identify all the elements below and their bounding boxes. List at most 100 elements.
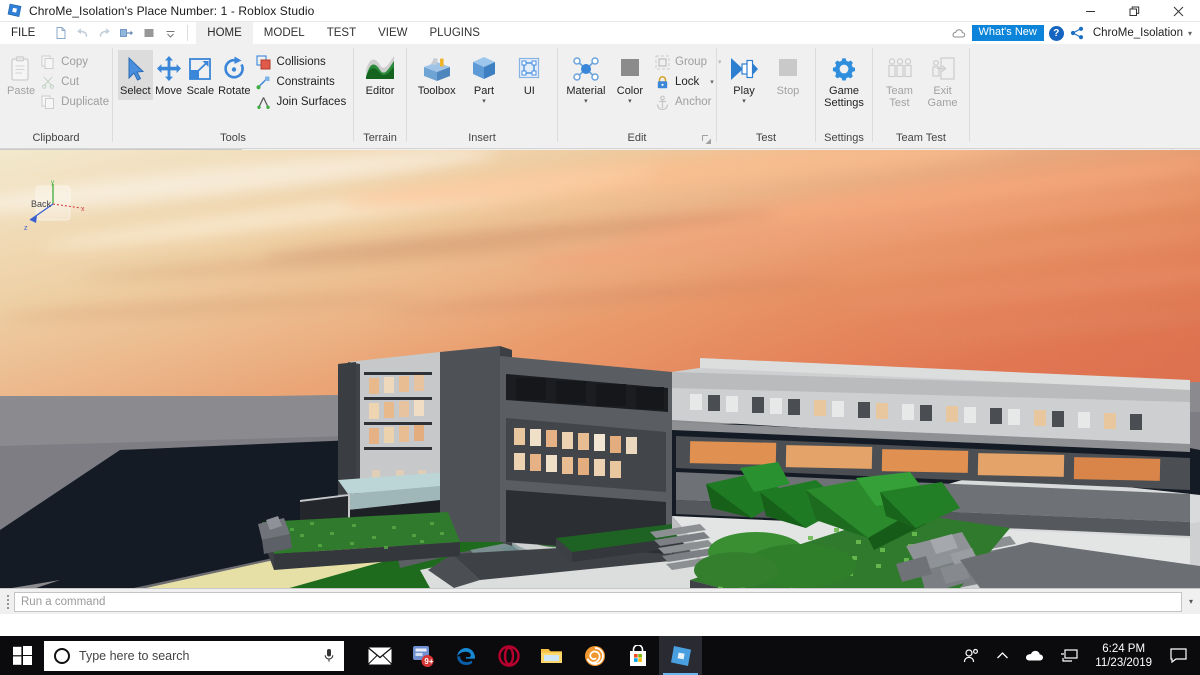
minimize-button[interactable] (1068, 0, 1112, 22)
whats-new-badge[interactable]: What's New (971, 25, 1044, 41)
taskbar-search-box[interactable]: Type here to search (44, 640, 344, 671)
microsoft-store-icon[interactable] (616, 636, 659, 675)
toolbox-button[interactable]: Toolbox (412, 50, 461, 100)
game-settings-label2: Settings (824, 96, 864, 109)
edge-icon[interactable] (444, 636, 487, 675)
select-tool-button[interactable]: Select (118, 50, 153, 100)
group-button[interactable]: Group ▾ (651, 52, 721, 72)
part-icon (471, 54, 497, 84)
tab-plugins[interactable]: PLUGINS (418, 22, 491, 44)
ui-button[interactable]: UI (507, 50, 552, 100)
roblox-studio-icon[interactable] (659, 636, 702, 675)
onedrive-cloud-icon[interactable] (1017, 636, 1052, 675)
cut-button[interactable]: Cut (37, 72, 115, 92)
team-test-icon (885, 54, 915, 84)
tab-model[interactable]: MODEL (253, 22, 316, 44)
ribbon-group-clipboard: Paste Copy Cut Duplicate Clipboard (0, 44, 112, 148)
play-dropdown-caret[interactable]: ▾ (742, 98, 746, 105)
team-test-button[interactable]: Team Test (878, 50, 921, 111)
username-label[interactable]: ChroMe_Isolation (1090, 27, 1183, 39)
stop-button[interactable]: Stop (766, 50, 810, 100)
part-dropdown-caret[interactable]: ▾ (482, 98, 486, 105)
paste-icon (8, 54, 34, 84)
tab-home[interactable]: HOME (196, 22, 253, 44)
paste-button[interactable]: Paste (5, 50, 37, 100)
action-center-icon[interactable] (1161, 636, 1196, 675)
close-button[interactable] (1156, 0, 1200, 22)
color-button[interactable]: Color ▾ (609, 50, 651, 107)
exit-game-button[interactable]: Exit Game (921, 50, 964, 111)
exit-game-icon (929, 54, 957, 84)
ui-icon (516, 54, 542, 84)
spiral-app-icon[interactable] (573, 636, 616, 675)
tab-test[interactable]: TEST (316, 22, 367, 44)
lock-caret[interactable]: ▾ (704, 78, 714, 86)
drag-handle-icon[interactable] (0, 594, 12, 609)
user-menu-caret[interactable]: ▾ (1188, 29, 1196, 38)
quick-access-toolbar (46, 23, 185, 43)
move-label: Move (155, 85, 183, 97)
terrain-editor-icon (365, 54, 395, 84)
move-tool-button[interactable]: Move (153, 50, 185, 100)
game-settings-label: Game (829, 85, 859, 97)
view-cube-gizmo[interactable]: y x z Back (18, 178, 98, 248)
ribbon-tabs: HOME MODEL TEST VIEW PLUGINS (196, 22, 491, 44)
material-button[interactable]: Material ▾ (563, 50, 609, 107)
ribbon-group-insert: Toolbox Part ▾ UI Insert (407, 44, 557, 148)
new-file-icon[interactable] (50, 23, 71, 43)
play-button[interactable]: Play ▾ (722, 50, 766, 107)
ribbon-group-settings: Game Settings Settings (816, 44, 872, 148)
anchor-button[interactable]: Anchor (651, 92, 711, 112)
people-icon[interactable] (955, 636, 988, 675)
insert-group-label: Insert (468, 132, 496, 144)
help-icon[interactable]: ? (1048, 25, 1064, 41)
window-title: ChroMe_Isolation's Place Number: 1 - Rob… (29, 3, 315, 18)
command-input[interactable]: Run a command (14, 591, 1182, 612)
constraints-toggle[interactable]: Constraints (253, 72, 353, 92)
cut-label: Cut (61, 76, 80, 88)
system-tray: 6:24 PM 11/23/2019 (955, 636, 1200, 675)
show-hidden-icons-chevron[interactable] (988, 636, 1017, 675)
color-dropdown-caret[interactable]: ▾ (628, 98, 632, 105)
messaging-icon[interactable]: 9+ (401, 636, 444, 675)
scale-tool-button[interactable]: Scale (185, 50, 217, 100)
ribbon-group-edit: Material ▾ Color ▾ Group ▾ Lock ▾ Anchor… (558, 44, 721, 148)
mail-icon[interactable] (358, 636, 401, 675)
restore-button[interactable] (1112, 0, 1156, 22)
terrain-group-label: Terrain (363, 132, 397, 144)
taskbar-clock[interactable]: 6:24 PM 11/23/2019 (1086, 636, 1161, 675)
command-history-caret[interactable]: ▾ (1182, 597, 1200, 606)
join-surfaces-label: Join Surfaces (276, 96, 347, 108)
redo-icon[interactable] (94, 23, 115, 43)
undo-icon[interactable] (72, 23, 93, 43)
material-dropdown-caret[interactable]: ▾ (584, 98, 588, 105)
opera-icon[interactable] (487, 636, 530, 675)
file-menu-button[interactable]: FILE (0, 22, 46, 44)
ribbon-group-team-test: Team Test Exit Game Team Test (873, 44, 969, 148)
3d-viewport[interactable]: y x z Back Back (0, 150, 1200, 588)
collisions-toggle[interactable]: Collisions (253, 52, 353, 72)
menu-bar: FILE HOME MODEL TEST VIEW PLUGINS What's… (0, 22, 1200, 44)
microphone-icon[interactable] (322, 648, 336, 664)
command-placeholder: Run a command (21, 595, 106, 608)
share-icon[interactable] (1069, 25, 1085, 41)
customize-qat-icon[interactable] (160, 23, 181, 43)
windows-start-icon[interactable] (0, 636, 44, 675)
tab-view[interactable]: VIEW (367, 22, 418, 44)
duplicate-button[interactable]: Duplicate (37, 92, 115, 112)
file-explorer-icon[interactable] (530, 636, 573, 675)
clock-time: 6:24 PM (1102, 642, 1146, 655)
lock-button[interactable]: Lock ▾ (651, 72, 714, 92)
settings-group-label: Settings (824, 132, 864, 144)
game-settings-button[interactable]: Game Settings (821, 50, 867, 111)
svg-text:z: z (24, 225, 28, 232)
color-swatch-icon[interactable] (138, 23, 159, 43)
join-surfaces-toggle[interactable]: Join Surfaces (253, 92, 353, 112)
copy-button[interactable]: Copy (37, 52, 115, 72)
part-button[interactable]: Part ▾ (461, 50, 506, 107)
edit-dialog-launcher[interactable] (701, 134, 712, 145)
terrain-editor-button[interactable]: Editor (359, 50, 401, 100)
rotate-tool-button[interactable]: Rotate (216, 50, 252, 100)
publish-icon[interactable] (116, 23, 137, 43)
network-icon[interactable] (1052, 636, 1086, 675)
